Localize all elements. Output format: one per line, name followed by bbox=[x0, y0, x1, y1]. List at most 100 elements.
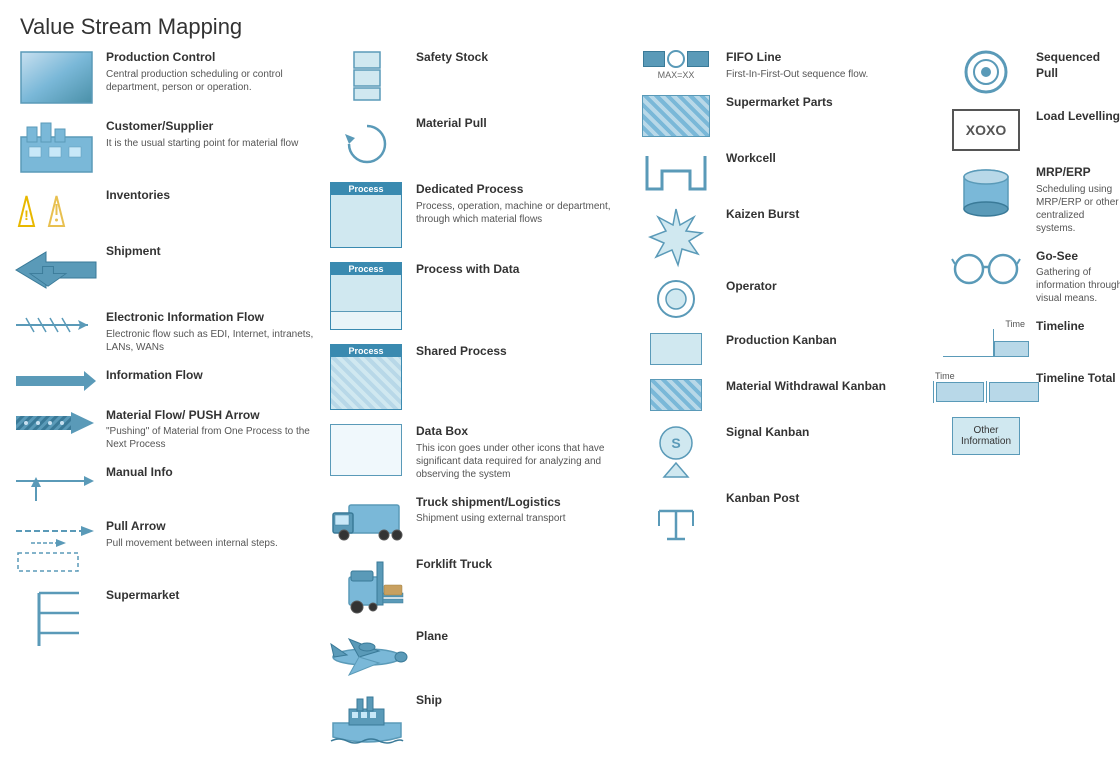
kanban-post-item: Kanban Post bbox=[636, 491, 934, 543]
process-with-data-item: Process Process with Data bbox=[326, 262, 624, 330]
material-withdrawal-kanban-item: Material Withdrawal Kanban bbox=[636, 379, 934, 411]
fifo-line-icon: MAX=XX bbox=[636, 50, 716, 80]
operator-icon bbox=[636, 279, 716, 319]
go-see-label: Go-See bbox=[1036, 249, 1120, 265]
dedicated-process-label: Dedicated Process bbox=[416, 182, 624, 198]
supermarket-label: Supermarket bbox=[106, 588, 314, 604]
fifo-line-item: MAX=XX FIFO Line First-In-First-Out sequ… bbox=[636, 50, 934, 81]
customer-supplier-icon bbox=[16, 119, 96, 174]
truck-shipment-desc: Shipment using external transport bbox=[416, 512, 624, 525]
production-control-label: Production Control bbox=[106, 50, 314, 66]
material-flow-push-label: Material Flow/ PUSH Arrow bbox=[106, 408, 314, 424]
truck-shipment-icon bbox=[326, 495, 406, 543]
operator-item: Operator bbox=[636, 279, 934, 319]
column-4: Sequenced Pull XOXO Load Levelling bbox=[940, 50, 1120, 759]
information-flow-label: Information Flow bbox=[106, 368, 314, 384]
timeline-item: Time Timeline bbox=[946, 319, 1120, 357]
data-box-desc: This icon goes under other icons that ha… bbox=[416, 442, 624, 481]
material-pull-icon bbox=[326, 116, 406, 168]
timeline-total-label: Timeline Total bbox=[1036, 371, 1120, 387]
material-withdrawal-kanban-icon bbox=[636, 379, 716, 411]
signal-kanban-icon: S bbox=[636, 425, 716, 477]
timeline-icon: Time bbox=[946, 319, 1026, 357]
sequenced-pull-label: Sequenced Pull bbox=[1036, 50, 1120, 81]
shipment-icon bbox=[16, 244, 96, 296]
fifo-line-desc: First-In-First-Out sequence flow. bbox=[726, 68, 934, 81]
supermarket-parts-label: Supermarket Parts bbox=[726, 95, 934, 111]
shared-process-label: Shared Process bbox=[416, 344, 624, 360]
pull-arrow-item: Pull Arrow Pull movement between interna… bbox=[16, 519, 314, 574]
material-flow-push-item: Material Flow/ PUSH Arrow "Pushing" of M… bbox=[16, 408, 314, 452]
production-control-item: Production Control Central production sc… bbox=[16, 50, 314, 105]
pull-arrow-desc: Pull movement between internal steps. bbox=[106, 537, 314, 550]
other-info-box: Other Information bbox=[952, 417, 1020, 455]
dedicated-process-desc: Process, operation, machine or departmen… bbox=[416, 200, 624, 226]
workcell-item: Workcell bbox=[636, 151, 934, 193]
workcell-icon bbox=[636, 151, 716, 193]
safety-stock-icon bbox=[326, 50, 406, 102]
data-box-label: Data Box bbox=[416, 424, 624, 440]
load-levelling-label: Load Levelling bbox=[1036, 109, 1120, 125]
other-info-text: Other Information bbox=[953, 425, 1019, 447]
data-box-icon bbox=[326, 424, 406, 476]
process-with-data-icon: Process bbox=[326, 262, 406, 330]
other-information-item: Other Information bbox=[946, 417, 1120, 455]
go-see-desc: Gathering of information through visual … bbox=[1036, 266, 1120, 305]
dedicated-process-item: Process Dedicated Process Process, opera… bbox=[326, 182, 624, 248]
material-withdrawal-kanban-label: Material Withdrawal Kanban bbox=[726, 379, 934, 395]
supermarket-icon bbox=[16, 588, 96, 648]
sequenced-pull-icon bbox=[946, 50, 1026, 95]
fifo-line-label: FIFO Line bbox=[726, 50, 934, 66]
manual-info-item: Manual Info bbox=[16, 465, 314, 505]
mrp-erp-desc: Scheduling using MRP/ERP or other centra… bbox=[1036, 183, 1120, 235]
material-pull-item: Material Pull bbox=[326, 116, 624, 168]
material-flow-push-desc: "Pushing" of Material from One Process t… bbox=[106, 425, 314, 451]
manual-info-label: Manual Info bbox=[106, 465, 314, 481]
plane-icon bbox=[326, 629, 406, 679]
pull-arrow-icon bbox=[16, 519, 96, 574]
safety-stock-label: Safety Stock bbox=[416, 50, 624, 66]
pull-arrow-label: Pull Arrow bbox=[106, 519, 314, 535]
electronic-info-flow-item: Electronic Information Flow Electronic f… bbox=[16, 310, 314, 354]
customer-supplier-desc: It is the usual starting point for mater… bbox=[106, 137, 314, 150]
dedicated-process-icon: Process bbox=[326, 182, 406, 248]
page-title: Value Stream Mapping bbox=[0, 0, 1120, 50]
mrp-erp-item: MRP/ERP Scheduling using MRP/ERP or othe… bbox=[946, 165, 1120, 235]
inventories-item: ! Inventories bbox=[16, 188, 314, 230]
shared-process-icon: Process bbox=[326, 344, 406, 410]
timeline-total-item: Time Timeline Total bbox=[946, 371, 1120, 403]
inventories-label: Inventories bbox=[106, 188, 314, 204]
timeline-label: Timeline bbox=[1036, 319, 1120, 335]
ship-icon bbox=[326, 693, 406, 745]
go-see-icon bbox=[946, 249, 1026, 287]
production-kanban-item: Production Kanban bbox=[636, 333, 934, 365]
kanban-post-icon bbox=[636, 491, 716, 543]
production-kanban-icon bbox=[636, 333, 716, 365]
inventories-icon: ! bbox=[16, 188, 96, 230]
ship-item: Ship bbox=[326, 693, 624, 745]
forklift-truck-label: Forklift Truck bbox=[416, 557, 624, 573]
load-levelling-icon: XOXO bbox=[946, 109, 1026, 151]
plane-item: Plane bbox=[326, 629, 624, 679]
production-control-desc: Central production scheduling or control… bbox=[106, 68, 314, 94]
plane-label: Plane bbox=[416, 629, 624, 645]
truck-shipment-label: Truck shipment/Logistics bbox=[416, 495, 624, 511]
electronic-info-flow-desc: Electronic flow such as EDI, Internet, i… bbox=[106, 328, 314, 354]
data-box-item: Data Box This icon goes under other icon… bbox=[326, 424, 624, 481]
information-flow-item: Information Flow bbox=[16, 368, 314, 394]
electronic-info-flow-label: Electronic Information Flow bbox=[106, 310, 314, 326]
svg-text:!: ! bbox=[24, 207, 29, 223]
material-flow-push-icon bbox=[16, 408, 96, 438]
information-flow-icon bbox=[16, 368, 96, 394]
sequenced-pull-item: Sequenced Pull bbox=[946, 50, 1120, 95]
mrp-erp-icon bbox=[946, 165, 1026, 217]
kaizen-burst-label: Kaizen Burst bbox=[726, 207, 934, 223]
load-levelling-item: XOXO Load Levelling bbox=[946, 109, 1120, 151]
supermarket-parts-icon bbox=[636, 95, 716, 137]
forklift-truck-icon bbox=[326, 557, 406, 615]
manual-info-icon bbox=[16, 465, 96, 505]
supermarket-item: Supermarket bbox=[16, 588, 314, 648]
operator-label: Operator bbox=[726, 279, 934, 295]
supermarket-parts-item: Supermarket Parts bbox=[636, 95, 934, 137]
other-information-icon: Other Information bbox=[946, 417, 1026, 455]
